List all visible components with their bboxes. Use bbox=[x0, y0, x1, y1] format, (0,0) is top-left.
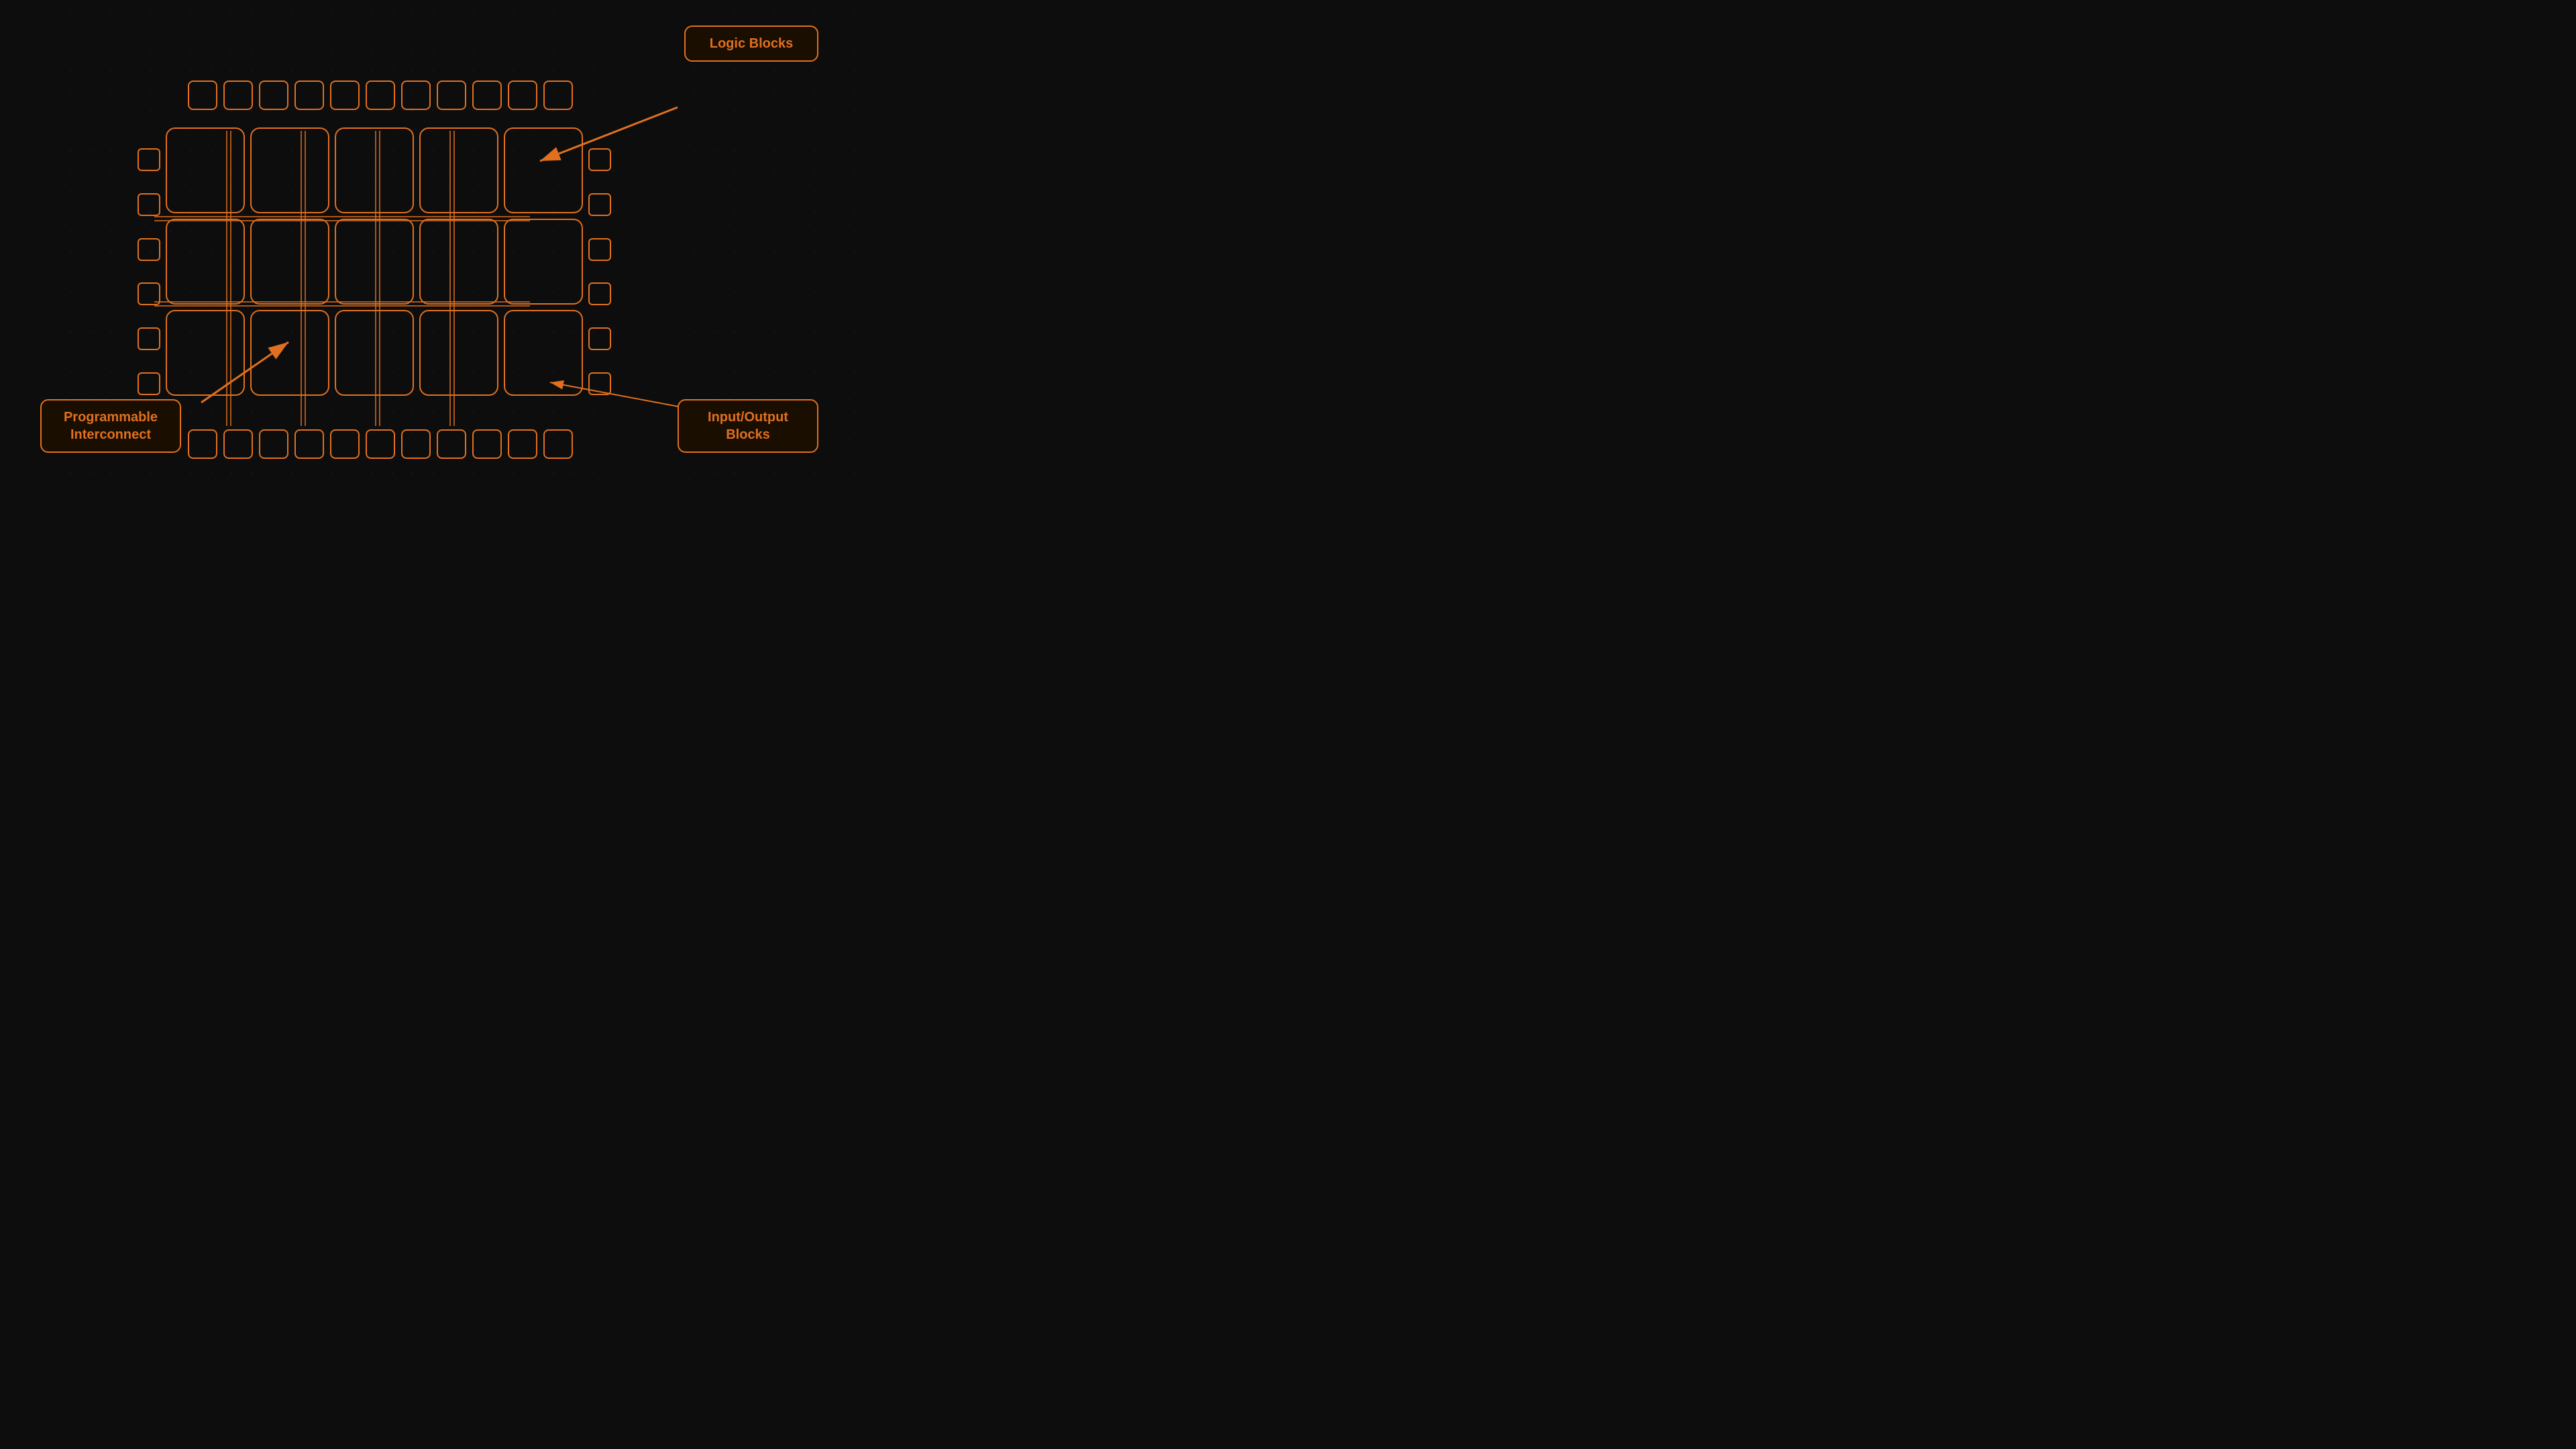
logic-block-2-4 bbox=[504, 310, 583, 396]
logic-block-0-0 bbox=[166, 127, 245, 213]
bottom-io-8 bbox=[472, 429, 502, 459]
top-io-5 bbox=[366, 80, 395, 110]
logic-block-0-3 bbox=[419, 127, 498, 213]
logic-block-1-2 bbox=[335, 219, 414, 305]
logic-block-2-0 bbox=[166, 310, 245, 396]
left-io-1 bbox=[138, 193, 160, 216]
right-io-4 bbox=[588, 327, 611, 350]
right-io-2 bbox=[588, 238, 611, 261]
bottom-io-0 bbox=[188, 429, 217, 459]
top-io-0 bbox=[188, 80, 217, 110]
top-io-3 bbox=[294, 80, 324, 110]
top-io-2 bbox=[259, 80, 288, 110]
left-io-0 bbox=[138, 148, 160, 171]
left-io-col bbox=[138, 127, 160, 416]
io-blocks-annotation: Input/Output Blocks bbox=[678, 399, 818, 453]
top-io-10 bbox=[543, 80, 573, 110]
bottom-io-4 bbox=[330, 429, 360, 459]
logic-block-2-2 bbox=[335, 310, 414, 396]
bottom-io-3 bbox=[294, 429, 324, 459]
right-io-5 bbox=[588, 372, 611, 395]
logic-blocks-grid bbox=[166, 127, 583, 416]
left-io-2 bbox=[138, 238, 160, 261]
bottom-io-5 bbox=[366, 429, 395, 459]
logic-block-0-2 bbox=[335, 127, 414, 213]
bottom-io-2 bbox=[259, 429, 288, 459]
right-io-0 bbox=[588, 148, 611, 171]
logic-block-2-1 bbox=[250, 310, 329, 396]
bottom-io-1 bbox=[223, 429, 253, 459]
io-blocks-label: Input/Output Blocks bbox=[708, 410, 788, 442]
logic-block-1-4 bbox=[504, 219, 583, 305]
logic-block-2-3 bbox=[419, 310, 498, 396]
left-io-5 bbox=[138, 372, 160, 395]
logic-blocks-annotation: Logic Blocks bbox=[684, 25, 818, 62]
bottom-io-10 bbox=[543, 429, 573, 459]
left-io-4 bbox=[138, 327, 160, 350]
programmable-interconnect-annotation: Programmable Interconnect bbox=[40, 399, 181, 453]
logic-block-1-0 bbox=[166, 219, 245, 305]
middle-section bbox=[138, 127, 611, 416]
right-io-3 bbox=[588, 282, 611, 305]
top-io-9 bbox=[508, 80, 537, 110]
programmable-interconnect-label: Programmable Interconnect bbox=[64, 410, 158, 442]
top-io-7 bbox=[437, 80, 466, 110]
logic-blocks-label: Logic Blocks bbox=[710, 36, 793, 51]
bottom-io-9 bbox=[508, 429, 537, 459]
top-io-4 bbox=[330, 80, 360, 110]
bottom-io-6 bbox=[401, 429, 431, 459]
top-io-8 bbox=[472, 80, 502, 110]
diagram-container: Logic Blocks Programmable Interconnect I… bbox=[0, 0, 859, 483]
top-io-row bbox=[188, 80, 573, 110]
bottom-io-row bbox=[188, 429, 573, 459]
bottom-io-7 bbox=[437, 429, 466, 459]
logic-block-0-1 bbox=[250, 127, 329, 213]
left-io-3 bbox=[138, 282, 160, 305]
top-io-1 bbox=[223, 80, 253, 110]
top-io-6 bbox=[401, 80, 431, 110]
right-io-1 bbox=[588, 193, 611, 216]
right-io-col bbox=[588, 127, 611, 416]
logic-block-0-4 bbox=[504, 127, 583, 213]
logic-block-1-1 bbox=[250, 219, 329, 305]
logic-block-1-3 bbox=[419, 219, 498, 305]
